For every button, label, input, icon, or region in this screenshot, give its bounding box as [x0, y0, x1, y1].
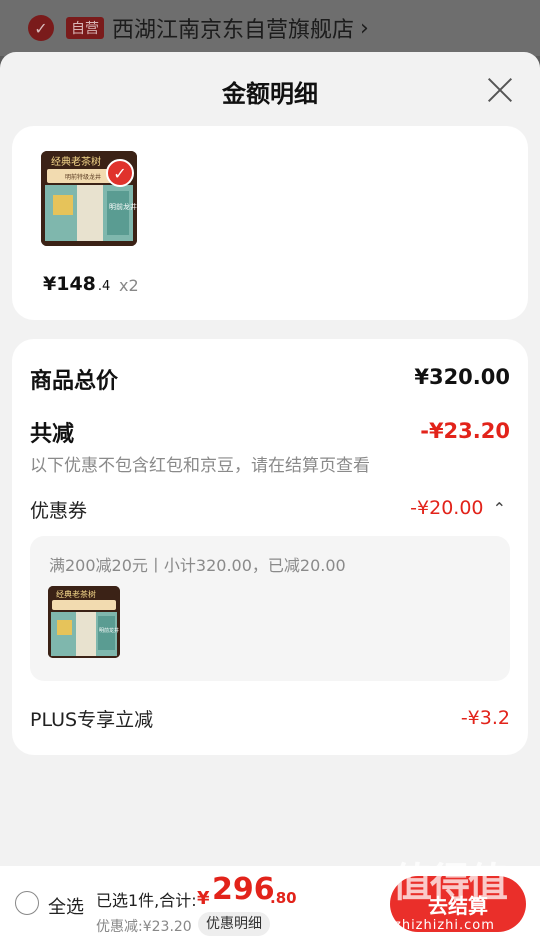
product-image-title: 经典老茶树 — [51, 155, 101, 168]
coupon-image-title: 经典老茶树 — [56, 589, 96, 599]
tea-package-thumb: 经典老茶树 明前龙井 — [48, 586, 120, 658]
goods-total-value: ¥320.00 — [414, 365, 510, 389]
price-detail-card: 商品总价 ¥320.00 共减 -¥23.20 以下优惠不包含红包和京豆，请在结… — [12, 339, 528, 755]
chevron-right-icon: › — [360, 15, 369, 41]
self-operated-badge: 自营 — [66, 17, 104, 39]
total-amount-dec: .80 — [270, 889, 297, 907]
total-reduce-value: -¥23.20 — [420, 419, 510, 443]
discount-summary: 优惠减:¥23.20 — [96, 919, 192, 935]
product-image-side: 明前龙井 — [109, 202, 137, 211]
sheet-title: 金额明细 — [222, 80, 318, 108]
coupon-toggle[interactable]: -¥20.00 ⌃ — [410, 497, 506, 519]
product-selected-check-icon[interactable]: ✓ — [106, 159, 134, 187]
total-amount-int: 296 — [212, 872, 275, 907]
store-name[interactable]: 西湖江南京东自营旗舰店 — [112, 12, 354, 44]
select-all-checkbox[interactable] — [15, 891, 39, 915]
coupon-description: 满200减20元丨小计320.00，已减20.00 — [49, 556, 346, 575]
select-all-label[interactable]: 全选 — [48, 893, 84, 919]
close-icon[interactable] — [484, 74, 516, 106]
discount-detail-button[interactable]: 优惠明细 — [198, 912, 270, 936]
total-currency: ¥ — [197, 888, 210, 909]
store-header[interactable]: ✓ 自营 西湖江南京东自营旗舰店 › — [0, 0, 540, 56]
plus-reduce-value: -¥3.2 — [460, 707, 510, 729]
product-price-int: ¥148 — [43, 273, 96, 295]
coupon-detail-box: 满200减20元丨小计320.00，已减20.00 经典老茶树 明前龙井 — [30, 536, 510, 681]
plus-reduce-label: PLUS专享立减 — [30, 709, 154, 731]
goods-total-label: 商品总价 — [30, 369, 119, 394]
coupon-label: 优惠券 — [30, 500, 88, 522]
reduce-note: 以下优惠不包含红包和京豆，请在结算页查看 — [30, 456, 370, 476]
product-price: ¥148.4 — [43, 273, 110, 295]
product-quantity: x2 — [119, 276, 139, 295]
product-price-dec: .4 — [97, 279, 111, 294]
chevron-up-icon: ⌃ — [492, 499, 506, 518]
total-reduce-label: 共减 — [30, 422, 75, 447]
product-image-subtitle: 明前特级龙井 — [65, 173, 101, 181]
store-check-icon[interactable]: ✓ — [28, 15, 54, 41]
product-card: 经典老茶树 明前特级龙井 明前龙井 ✓ ¥148.4 x2 — [12, 126, 528, 320]
selected-summary: 已选1件,合计: — [96, 891, 197, 910]
coupon-product-image: 经典老茶树 明前龙井 — [48, 586, 120, 658]
coupon-value: -¥20.00 — [410, 497, 484, 519]
watermark-url: zhizhizhi.com — [394, 918, 495, 933]
amount-detail-sheet: 金额明细 经典老茶树 明前特级龙井 明前龙井 ✓ ¥148.4 x2 商品总价 … — [0, 52, 540, 942]
coupon-image-side: 明前龙井 — [99, 627, 119, 634]
